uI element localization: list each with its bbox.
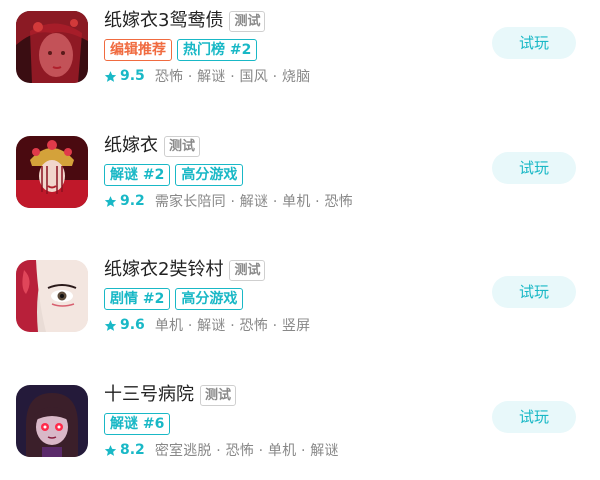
game-row[interactable]: 十三号病院 测试 解谜 #6 8.2 密室逃脱 · 恐怖 · 单机 · 解谜 试… (0, 382, 600, 462)
tag-list: 编辑推荐 热门榜 #2 (104, 39, 262, 61)
high-score-tag[interactable]: 高分游戏 (175, 164, 244, 186)
game-row[interactable]: 纸嫁衣3鸳鸯债 测试 编辑推荐 热门榜 #2 9.5 恐怖 · 解谜 · 国风 … (0, 8, 600, 88)
try-play-button[interactable]: 试玩 (492, 152, 576, 184)
red-veiled-bride-cover-icon (16, 11, 88, 83)
rating-score: 8.2 (120, 442, 145, 458)
rank-tag[interactable]: 解谜 #2 (104, 164, 171, 186)
star-icon (104, 319, 117, 331)
game-cover-image[interactable] (16, 136, 88, 208)
try-play-button[interactable]: 试玩 (492, 401, 576, 433)
star-icon (104, 70, 117, 82)
rank-tag[interactable]: 热门榜 #2 (177, 39, 258, 61)
game-cover-image[interactable] (16, 260, 88, 332)
test-badge: 测试 (229, 259, 266, 281)
rank-tag[interactable]: 剧情 #2 (104, 288, 171, 310)
rating-score: 9.2 (120, 193, 145, 209)
genre-keywords: 需家长陪同 · 解谜 · 单机 · 恐怖 (154, 194, 353, 210)
high-score-tag[interactable]: 高分游戏 (175, 288, 244, 310)
star-icon (104, 444, 117, 456)
game-title[interactable]: 纸嫁衣 (104, 134, 158, 158)
test-badge: 测试 (164, 135, 201, 157)
try-play-button[interactable]: 试玩 (492, 27, 576, 59)
editor-pick-tag[interactable]: 编辑推荐 (104, 39, 172, 61)
crowned-bride-cover-icon (16, 136, 88, 208)
try-play-button[interactable]: 试玩 (492, 276, 576, 308)
genre-keywords: 单机 · 解谜 · 恐怖 · 竖屏 (154, 318, 311, 334)
game-row[interactable]: 纸嫁衣2奘铃村 测试 剧情 #2 高分游戏 9.6 单机 · 解谜 · 恐怖 ·… (0, 257, 600, 337)
star-icon (104, 195, 117, 207)
genre-keywords: 密室逃脱 · 恐怖 · 单机 · 解谜 (154, 443, 339, 459)
game-title[interactable]: 十三号病院 (104, 383, 194, 407)
tag-list: 剧情 #2 高分游戏 (104, 288, 248, 310)
rating-score: 9.6 (120, 317, 145, 333)
rank-tag[interactable]: 解谜 #6 (104, 413, 171, 435)
game-title[interactable]: 纸嫁衣3鸳鸯债 (104, 9, 223, 33)
test-badge: 测试 (200, 384, 237, 406)
opera-mask-face-cover-icon (16, 260, 88, 332)
red-eyed-girl-cover-icon (16, 385, 88, 457)
genre-keywords: 恐怖 · 解谜 · 国风 · 烧脑 (154, 69, 311, 85)
game-list: 纸嫁衣3鸳鸯债 测试 编辑推荐 热门榜 #2 9.5 恐怖 · 解谜 · 国风 … (0, 0, 600, 480)
game-cover-image[interactable] (16, 385, 88, 457)
tag-list: 解谜 #2 高分游戏 (104, 164, 248, 186)
game-row[interactable]: 纸嫁衣 测试 解谜 #2 高分游戏 9.2 需家长陪同 · 解谜 · 单机 · … (0, 133, 600, 213)
game-cover-image[interactable] (16, 11, 88, 83)
game-title[interactable]: 纸嫁衣2奘铃村 (104, 258, 223, 282)
test-badge: 测试 (229, 10, 266, 32)
tag-list: 解谜 #6 (104, 413, 175, 435)
rating-score: 9.5 (120, 68, 145, 84)
